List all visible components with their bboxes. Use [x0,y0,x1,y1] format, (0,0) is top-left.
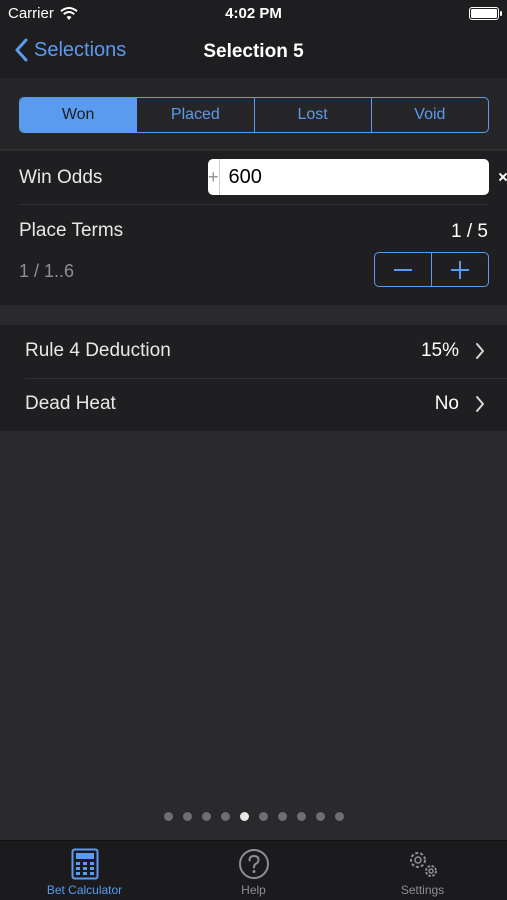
page-dot [277,812,287,821]
page-dot [182,812,192,821]
tab-settings[interactable]: Settings [338,841,507,900]
battery-icon [469,7,502,20]
win-odds-label: Win Odds [19,167,103,188]
page-dot [163,812,173,821]
gears-icon [409,852,437,877]
dead-heat-label: Dead Heat [25,393,116,414]
segment-placed[interactable]: Placed [137,98,255,132]
odds-section: Win Odds + Place Terms 1 / 5 1 / 1..6 [0,151,507,305]
result-segment-area: Won Placed Lost Void [0,78,507,150]
rule4-label: Rule 4 Deduction [25,340,171,361]
segment-won[interactable]: Won [20,98,138,132]
decrement-button[interactable] [375,253,432,286]
page-dot [258,812,268,821]
tab-label: Settings [400,883,445,897]
segment-void[interactable]: Void [372,98,488,132]
tab-label: Bet Calculator [46,883,123,897]
place-terms-stepper [374,252,489,287]
page-dot [334,812,344,821]
chevron-right-icon [476,396,484,412]
status-time: 4:02 PM [225,5,282,22]
detail-list: Rule 4 Deduction 15% Dead Heat No [0,325,507,431]
page-dot [220,812,230,821]
page-dot [315,812,325,821]
win-odds-field: + [208,159,494,195]
navigation-bar: Selections Selection 5 [0,28,507,78]
place-terms-range: 1 / 1..6 [19,261,75,281]
win-odds-input[interactable] [219,165,494,189]
place-terms-label: Place Terms [19,220,124,241]
help-icon [238,849,269,879]
rule4-deduction-row[interactable]: Rule 4 Deduction 15% [0,325,507,379]
status-bar: Carrier 4:02 PM [0,0,507,28]
divider [19,204,488,205]
tab-bet-calculator[interactable]: Bet Calculator [0,841,169,900]
rule4-value: 15% [420,340,459,361]
increment-button[interactable] [432,253,488,286]
minus-icon [394,268,412,271]
place-terms-value: 1 / 5 [451,221,488,242]
chevron-right-icon [476,343,484,359]
dead-heat-value: No [434,393,459,414]
page-indicator[interactable] [0,812,507,821]
dead-heat-row[interactable]: Dead Heat No [0,378,507,431]
plus-icon [451,260,469,279]
tab-help[interactable]: Help [169,841,338,900]
calculator-icon [71,848,98,880]
page-title: Selection 5 [203,41,304,62]
result-segmented-control: Won Placed Lost Void [19,97,489,133]
tab-bar: Bet Calculator Help Settings [0,840,507,900]
page-dot [201,812,211,821]
page-dot [239,812,249,821]
page-dot [296,812,306,821]
tab-label: Help [241,883,266,897]
segment-lost[interactable]: Lost [255,98,372,132]
odds-sign-prefix[interactable]: + [208,159,220,195]
